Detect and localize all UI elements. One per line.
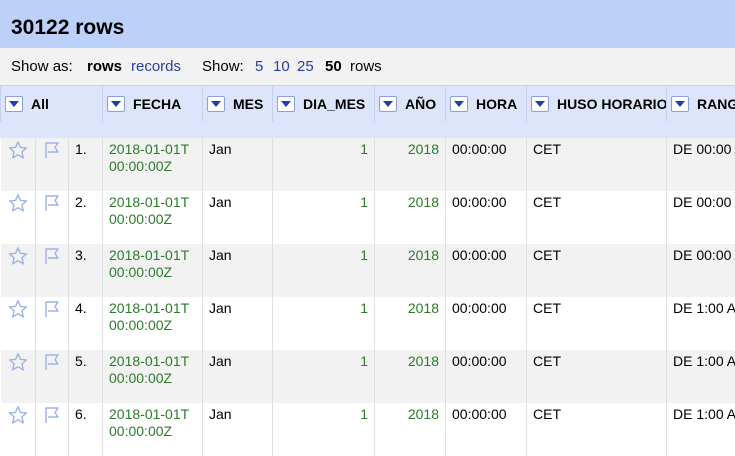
star-icon[interactable]: [1, 130, 36, 191]
cell-anio[interactable]: 2018: [375, 191, 446, 244]
table-body: 1. 2018-01-01T00:00:00Z Jan 1 2018 00:00…: [1, 130, 735, 456]
row-number: 4.: [69, 297, 103, 350]
cell-dia-mes[interactable]: 1: [273, 191, 375, 244]
view-mode-rows[interactable]: rows: [87, 58, 122, 75]
cell-mes[interactable]: Jan: [203, 244, 273, 297]
cell-mes[interactable]: Jan: [203, 191, 273, 244]
cell-dia-mes[interactable]: 1: [273, 350, 375, 403]
chevron-down-icon[interactable]: [379, 96, 397, 112]
column-header-dia-mes[interactable]: DIA_MES: [273, 86, 375, 131]
cell-mes[interactable]: Jan: [203, 403, 273, 456]
row-number: 3.: [69, 244, 103, 297]
page-size-5-link[interactable]: 5: [255, 58, 263, 75]
star-icon[interactable]: [1, 191, 36, 244]
row-count-title: 30122 rows: [11, 15, 124, 41]
cell-hora[interactable]: 00:00:00: [446, 191, 527, 244]
cell-hora[interactable]: 00:00:00: [446, 403, 527, 456]
cell-rango[interactable]: DE 00:00 A: [667, 130, 735, 191]
column-header-mes[interactable]: MES: [203, 86, 273, 131]
cell-fecha[interactable]: 2018-01-01T00:00:00Z: [103, 130, 203, 191]
cell-anio[interactable]: 2018: [375, 244, 446, 297]
column-header-fecha[interactable]: FECHA: [103, 86, 203, 131]
cell-rango[interactable]: DE 00:00 A: [667, 191, 735, 244]
chevron-down-icon[interactable]: [277, 96, 295, 112]
cell-rango[interactable]: DE 1:00 A: [667, 297, 735, 350]
show-label: Show:: [202, 58, 244, 75]
flag-icon[interactable]: [36, 403, 69, 456]
view-mode-records-link[interactable]: records: [131, 58, 181, 75]
cell-huso-horario[interactable]: CET: [527, 191, 667, 244]
row-number: 6.: [69, 403, 103, 456]
chevron-down-icon[interactable]: [531, 96, 549, 112]
title-bar: 30122 rows: [0, 0, 735, 48]
cell-huso-horario[interactable]: CET: [527, 244, 667, 297]
chevron-down-icon[interactable]: [207, 96, 225, 112]
cell-rango[interactable]: DE 1:00 A: [667, 403, 735, 456]
view-controls: Show as: rows records Show: 5 10 25 50 r…: [0, 48, 735, 85]
cell-hora[interactable]: 00:00:00: [446, 350, 527, 403]
cell-dia-mes[interactable]: 1: [273, 244, 375, 297]
cell-huso-horario[interactable]: CET: [527, 403, 667, 456]
column-header-huso-horario[interactable]: HUSO HORARIO: [527, 86, 667, 131]
table-row: 2. 2018-01-01T00:00:00Z Jan 1 2018 00:00…: [1, 191, 735, 244]
star-icon[interactable]: [1, 297, 36, 350]
chevron-down-icon[interactable]: [5, 96, 23, 112]
cell-fecha[interactable]: 2018-01-01T00:00:00Z: [103, 297, 203, 350]
table-row: 1. 2018-01-01T00:00:00Z Jan 1 2018 00:00…: [1, 130, 735, 191]
column-header-all[interactable]: All: [1, 86, 103, 131]
table-row: 5. 2018-01-01T00:00:00Z Jan 1 2018 00:00…: [1, 350, 735, 403]
star-icon[interactable]: [1, 244, 36, 297]
column-header-row: All FECHA MES DIA_MES AÑO HORA HUSO HORA…: [1, 86, 735, 131]
data-table: All FECHA MES DIA_MES AÑO HORA HUSO HORA…: [0, 85, 735, 456]
cell-dia-mes[interactable]: 1: [273, 297, 375, 350]
page-size-25-link[interactable]: 25: [297, 58, 314, 75]
column-header-hora[interactable]: HORA: [446, 86, 527, 131]
cell-fecha[interactable]: 2018-01-01T00:00:00Z: [103, 191, 203, 244]
table-row: 4. 2018-01-01T00:00:00Z Jan 1 2018 00:00…: [1, 297, 735, 350]
cell-rango[interactable]: DE 1:00 A: [667, 350, 735, 403]
star-icon[interactable]: [1, 403, 36, 456]
flag-icon[interactable]: [36, 244, 69, 297]
cell-mes[interactable]: Jan: [203, 297, 273, 350]
page-size-50-selected: 50: [325, 58, 342, 75]
cell-huso-horario[interactable]: CET: [527, 297, 667, 350]
flag-icon[interactable]: [36, 130, 69, 191]
table-row: 3. 2018-01-01T00:00:00Z Jan 1 2018 00:00…: [1, 244, 735, 297]
chevron-down-icon[interactable]: [450, 96, 468, 112]
chevron-down-icon[interactable]: [671, 96, 689, 112]
cell-fecha[interactable]: 2018-01-01T00:00:00Z: [103, 350, 203, 403]
flag-icon[interactable]: [36, 350, 69, 403]
cell-rango[interactable]: DE 00:00 A: [667, 244, 735, 297]
chevron-down-icon[interactable]: [107, 96, 125, 112]
row-number: 2.: [69, 191, 103, 244]
cell-huso-horario[interactable]: CET: [527, 350, 667, 403]
row-number: 5.: [69, 350, 103, 403]
cell-mes[interactable]: Jan: [203, 350, 273, 403]
table-row: 6. 2018-01-01T00:00:00Z Jan 1 2018 00:00…: [1, 403, 735, 456]
star-icon[interactable]: [1, 350, 36, 403]
cell-dia-mes[interactable]: 1: [273, 130, 375, 191]
cell-anio[interactable]: 2018: [375, 403, 446, 456]
flag-icon[interactable]: [36, 191, 69, 244]
show-as-label: Show as:: [11, 58, 73, 75]
cell-mes[interactable]: Jan: [203, 130, 273, 191]
cell-dia-mes[interactable]: 1: [273, 403, 375, 456]
cell-hora[interactable]: 00:00:00: [446, 130, 527, 191]
rows-suffix-label: rows: [350, 58, 382, 75]
cell-anio[interactable]: 2018: [375, 297, 446, 350]
cell-anio[interactable]: 2018: [375, 350, 446, 403]
cell-hora[interactable]: 00:00:00: [446, 297, 527, 350]
cell-anio[interactable]: 2018: [375, 130, 446, 191]
column-header-anio[interactable]: AÑO: [375, 86, 446, 131]
row-number: 1.: [69, 130, 103, 191]
cell-huso-horario[interactable]: CET: [527, 130, 667, 191]
cell-fecha[interactable]: 2018-01-01T00:00:00Z: [103, 403, 203, 456]
page-size-10-link[interactable]: 10: [273, 58, 290, 75]
flag-icon[interactable]: [36, 297, 69, 350]
cell-hora[interactable]: 00:00:00: [446, 244, 527, 297]
cell-fecha[interactable]: 2018-01-01T00:00:00Z: [103, 244, 203, 297]
column-header-rango[interactable]: RANG: [667, 86, 735, 131]
